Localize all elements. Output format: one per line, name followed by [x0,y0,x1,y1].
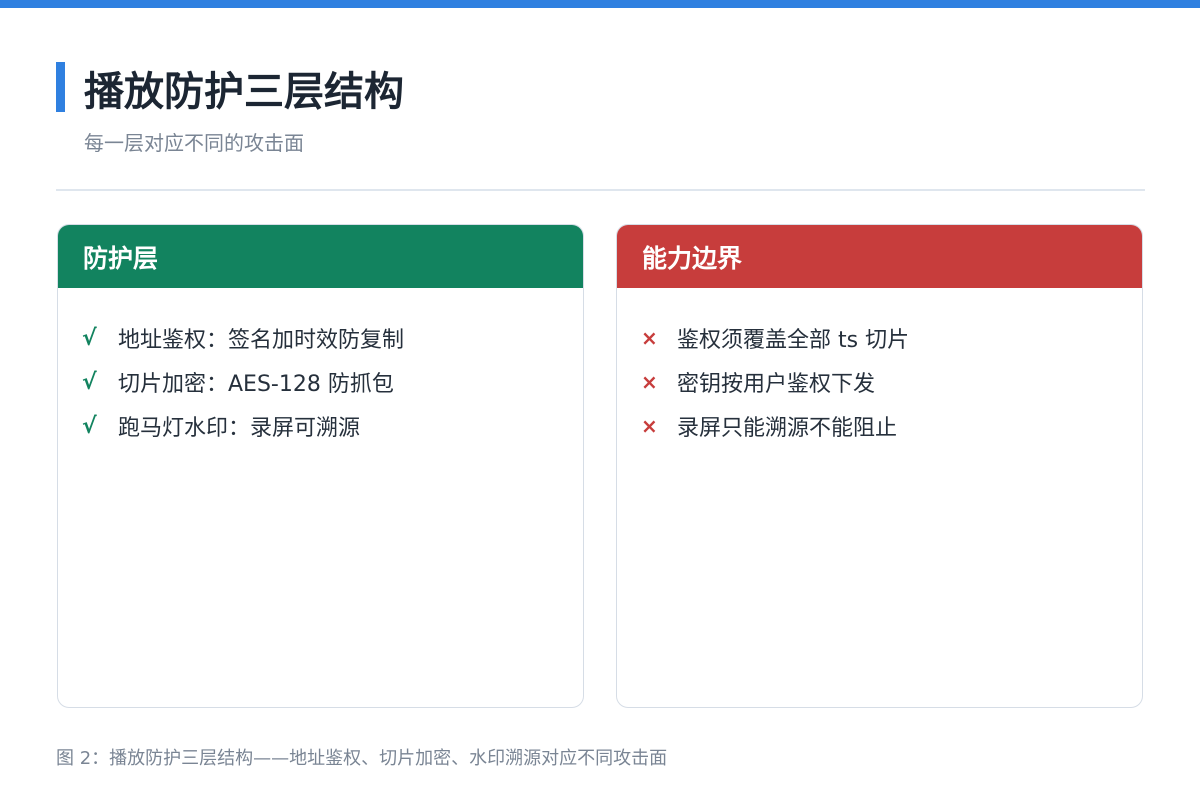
title-accent-bar [56,62,65,112]
protection-item: √ 跑马灯水印：录屏可溯源 [82,404,583,448]
check-icon: √ [82,325,97,351]
cross-icon: × [641,414,658,438]
boundary-list: × 鉴权须覆盖全部 ts 切片 × 密钥按用户鉴权下发 × 录屏只能溯源不能阻止 [617,288,1142,448]
protection-list: √ 地址鉴权：签名加时效防复制 √ 切片加密：AES-128 防抓包 √ 跑马灯… [58,288,583,448]
boundary-item: × 录屏只能溯源不能阻止 [641,404,1142,448]
boundary-panel: 能力边界 × 鉴权须覆盖全部 ts 切片 × 密钥按用户鉴权下发 × 录屏只能溯… [616,224,1143,708]
boundary-panel-header: 能力边界 [617,225,1142,288]
boundary-item: × 鉴权须覆盖全部 ts 切片 [641,316,1142,360]
protection-panel: 防护层 √ 地址鉴权：签名加时效防复制 √ 切片加密：AES-128 防抓包 √… [57,224,584,708]
figure-caption: 图 2：播放防护三层结构——地址鉴权、切片加密、水印溯源对应不同攻击面 [56,748,668,769]
page-subtitle: 每一层对应不同的攻击面 [84,131,304,155]
boundary-item-text: 录屏只能溯源不能阻止 [677,416,898,441]
check-icon: √ [82,413,97,439]
protection-item-text: 切片加密：AES-128 防抓包 [118,372,394,397]
header-divider [56,189,1145,191]
check-icon: √ [82,369,97,395]
boundary-panel-title: 能力边界 [642,243,743,273]
top-accent-bar [0,0,1200,8]
protection-panel-title: 防护层 [83,243,159,273]
protection-item: √ 切片加密：AES-128 防抓包 [82,360,583,404]
protection-item: √ 地址鉴权：签名加时效防复制 [82,316,583,360]
boundary-item-text: 鉴权须覆盖全部 ts 切片 [677,328,910,353]
page-title: 播放防护三层结构 [84,69,404,115]
protection-panel-header: 防护层 [58,225,583,288]
cross-icon: × [641,370,658,394]
cross-icon: × [641,326,658,350]
boundary-item-text: 密钥按用户鉴权下发 [677,372,876,397]
boundary-item: × 密钥按用户鉴权下发 [641,360,1142,404]
protection-item-text: 跑马灯水印：录屏可溯源 [118,416,361,441]
protection-item-text: 地址鉴权：签名加时效防复制 [118,328,405,353]
